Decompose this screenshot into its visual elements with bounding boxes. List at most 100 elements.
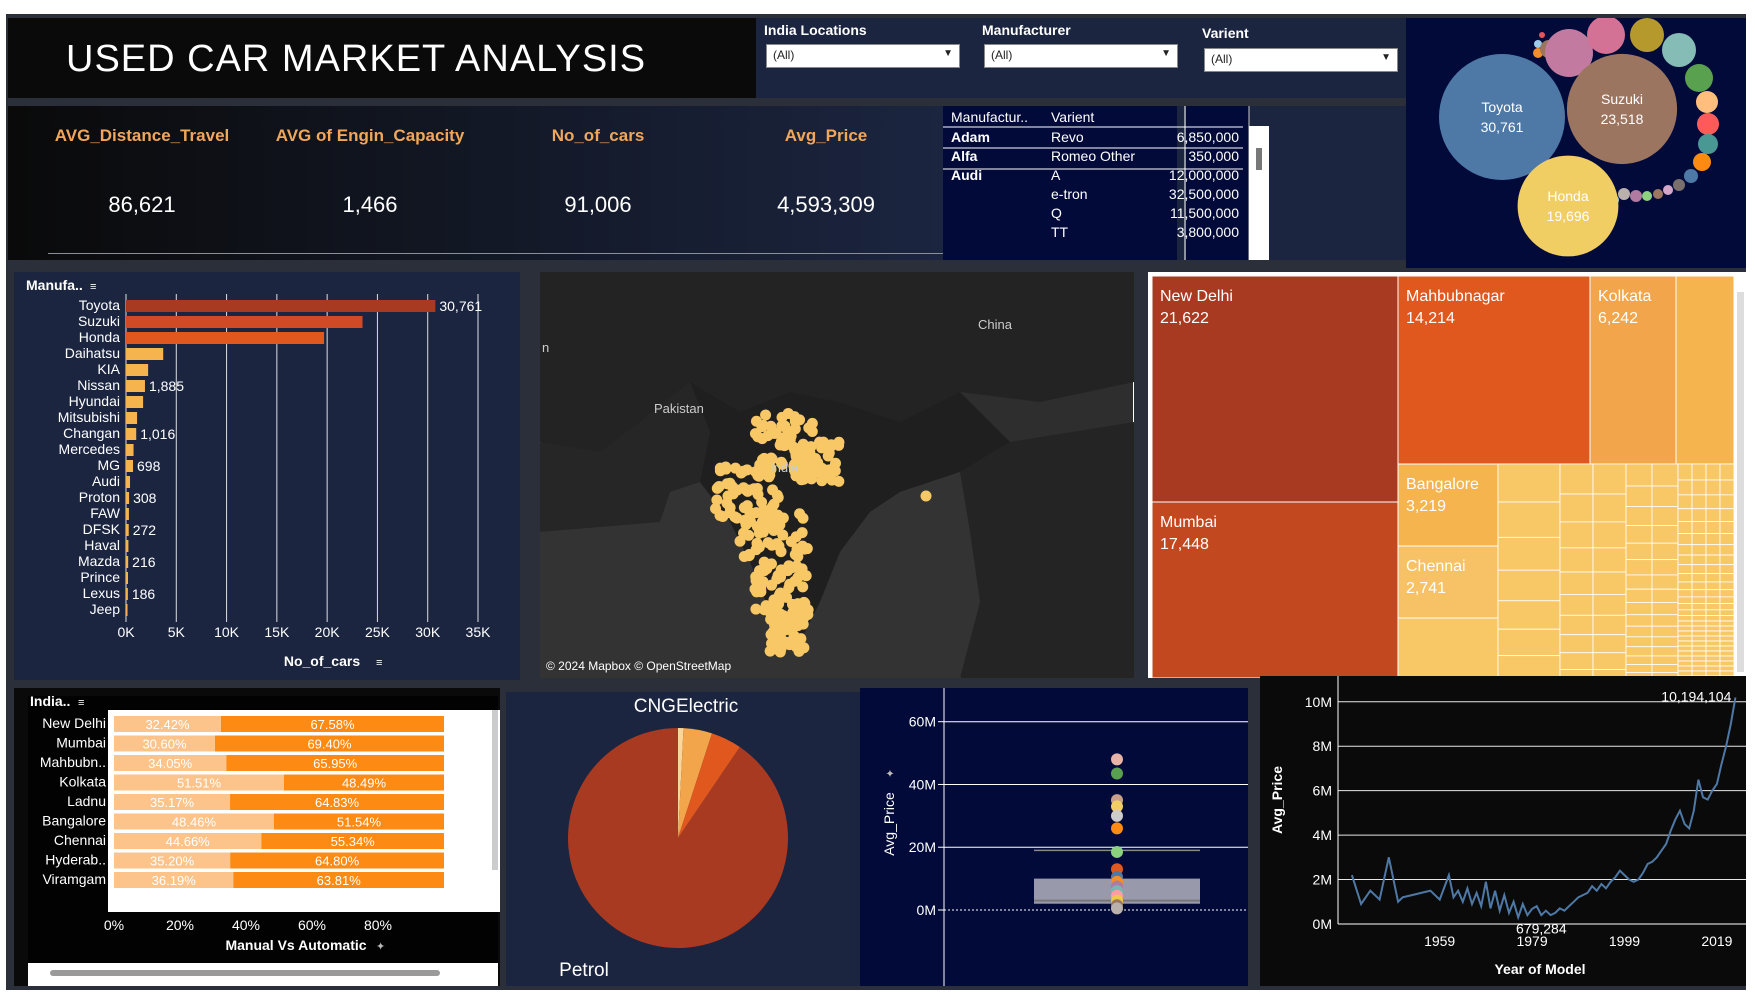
pin-icon[interactable]: ✦ [376,941,385,953]
mva-scrollbar[interactable] [492,710,498,870]
line-x-tick: 1959 [1424,933,1455,949]
sort-icon[interactable]: ≡ [78,697,84,709]
bubble-mini [1685,64,1713,92]
pin-icon[interactable]: ✦ [885,769,897,778]
treemap-tile-small [1705,615,1721,622]
bubble-suzuki[interactable] [1566,53,1678,165]
sort-icon[interactable]: ≡ [90,281,96,293]
treemap-tile-small[interactable] [1675,275,1735,465]
bar-mitsubishi[interactable] [126,412,138,424]
mva-data-label: 51.54% [337,815,382,830]
bar-kia[interactable] [126,364,149,376]
treemap-tile-small [1651,625,1679,638]
bar-mg[interactable] [126,460,134,472]
price-box-plot: 0M 20M 40M 60M Avg_Price ✦ [881,688,1248,986]
treemap-tile-small [1719,581,1735,591]
manufacturer-bar-chart: Manufa.. ≡ Toyota 30,761 SuzukiHondaDaihat… [26,277,491,669]
treemap-tile-small [1625,506,1653,526]
filter-select-location[interactable]: (All) ▼ [766,44,960,68]
treemap-tile-label: Mahbubnagar [1406,288,1505,305]
treemap-tile-small [1625,646,1653,657]
bar-category-label: Nissan [77,377,120,393]
box-point[interactable] [1111,753,1123,766]
treemap-tile-small [1651,588,1679,603]
filter-select-variant[interactable]: (All) ▼ [1204,48,1398,72]
bar-prince[interactable] [126,572,129,584]
bubble-honda[interactable] [1517,155,1619,257]
map-point [824,464,836,476]
india-map[interactable]: China Pakistan India n © 2024 Mapbox © O… [539,271,1135,679]
bar-hyundai[interactable] [126,396,144,408]
filters-panel: India Locations (All) ▼ Manufacturer (All… [756,18,1406,98]
treemap-tile-small [1677,573,1693,583]
map-point [825,439,837,451]
box-point[interactable] [1111,902,1123,915]
treemap-tile-small [1719,508,1735,522]
treemap-tile-small[interactable] [1397,617,1499,679]
map-point [766,506,778,518]
bar-x-tick: 0K [117,624,135,640]
map-point [748,483,760,495]
treemap-tile-label: Mumbai [1160,514,1217,531]
treemap-tile-value: 3,219 [1406,498,1446,515]
treemap-tile-small [1719,554,1735,566]
bar-audi[interactable] [126,476,131,488]
bar-dfsk[interactable] [126,524,129,536]
mva-h-scrollbar[interactable] [50,970,440,976]
treemap-tile-label: Bangalore [1406,476,1479,493]
treemap-tile-small [1592,634,1627,654]
treemap-tile-small [1705,521,1721,534]
box-point[interactable] [1111,845,1123,858]
bubble-mini [1618,188,1630,200]
box-point[interactable] [1111,822,1123,835]
sort-icon[interactable]: ≡ [376,657,382,669]
filter-select-manufacturer[interactable]: (All) ▼ [984,44,1178,68]
bar-honda[interactable] [126,332,325,344]
bar-category-label: Toyota [79,297,120,313]
treemap-tile-label: Kolkata [1598,288,1651,305]
bubble-main-group: Toyota 30,761 Suzuki 23,518 Honda 19,696 [1439,53,1678,257]
table-cell-variant: e-tron [1051,186,1088,202]
map-point [711,494,723,506]
map-point [791,561,803,573]
treemap-tile-label: New Delhi [1160,288,1233,305]
bubble-mini [1693,153,1711,171]
treemap-tile-small [1691,620,1707,627]
bar-changan[interactable] [126,428,137,440]
treemap-scrollbar[interactable] [1737,292,1744,672]
bubble-mini [1662,33,1696,67]
box-point[interactable] [1111,767,1123,780]
bar-category-label: Audi [92,473,120,489]
map-panel[interactable]: China Pakistan India n © 2024 Mapbox © O… [539,271,1135,679]
mva-x-tick: 80% [364,917,392,933]
bubble-value: 30,761 [1481,119,1524,135]
bar-suzuki[interactable] [126,316,363,328]
treemap-tile-small [1691,655,1707,662]
bar-toyota[interactable] [126,300,436,312]
map-point [711,482,723,494]
mva-x-tick: 20% [166,917,194,933]
treemap-tile-small [1592,547,1627,573]
box-point[interactable] [1111,809,1123,822]
table-cell-variant: TT [1051,224,1069,240]
bar-lexus[interactable] [126,588,128,600]
bar-proton[interactable] [126,492,130,504]
bar-mazda[interactable] [126,556,129,568]
treemap-tile-small [1677,564,1693,575]
bar-faw[interactable] [126,508,129,520]
bar-mercedes[interactable] [126,444,134,456]
bar-nissan[interactable] [126,380,145,392]
treemap-tile-small [1497,600,1561,630]
bar-data-label: 308 [133,490,157,506]
treemap-tile-small [1677,544,1693,556]
line-y-tick: 0M [1313,916,1332,932]
bar-haval[interactable] [126,540,129,552]
treemap-tile-small [1651,542,1679,561]
treemap-tile-value: 17,448 [1160,536,1209,553]
bar-category-label: Honda [79,329,120,345]
bar-daihatsu[interactable] [126,348,164,360]
treemap-tile-small [1705,665,1721,672]
year-price-line-panel: 0M 2M 4M 6M 8M 10M 1959 1979 1999 2019 10,194,10… [1260,676,1746,986]
treemap-tile-small [1677,660,1693,667]
bar-jeep[interactable] [126,604,128,616]
